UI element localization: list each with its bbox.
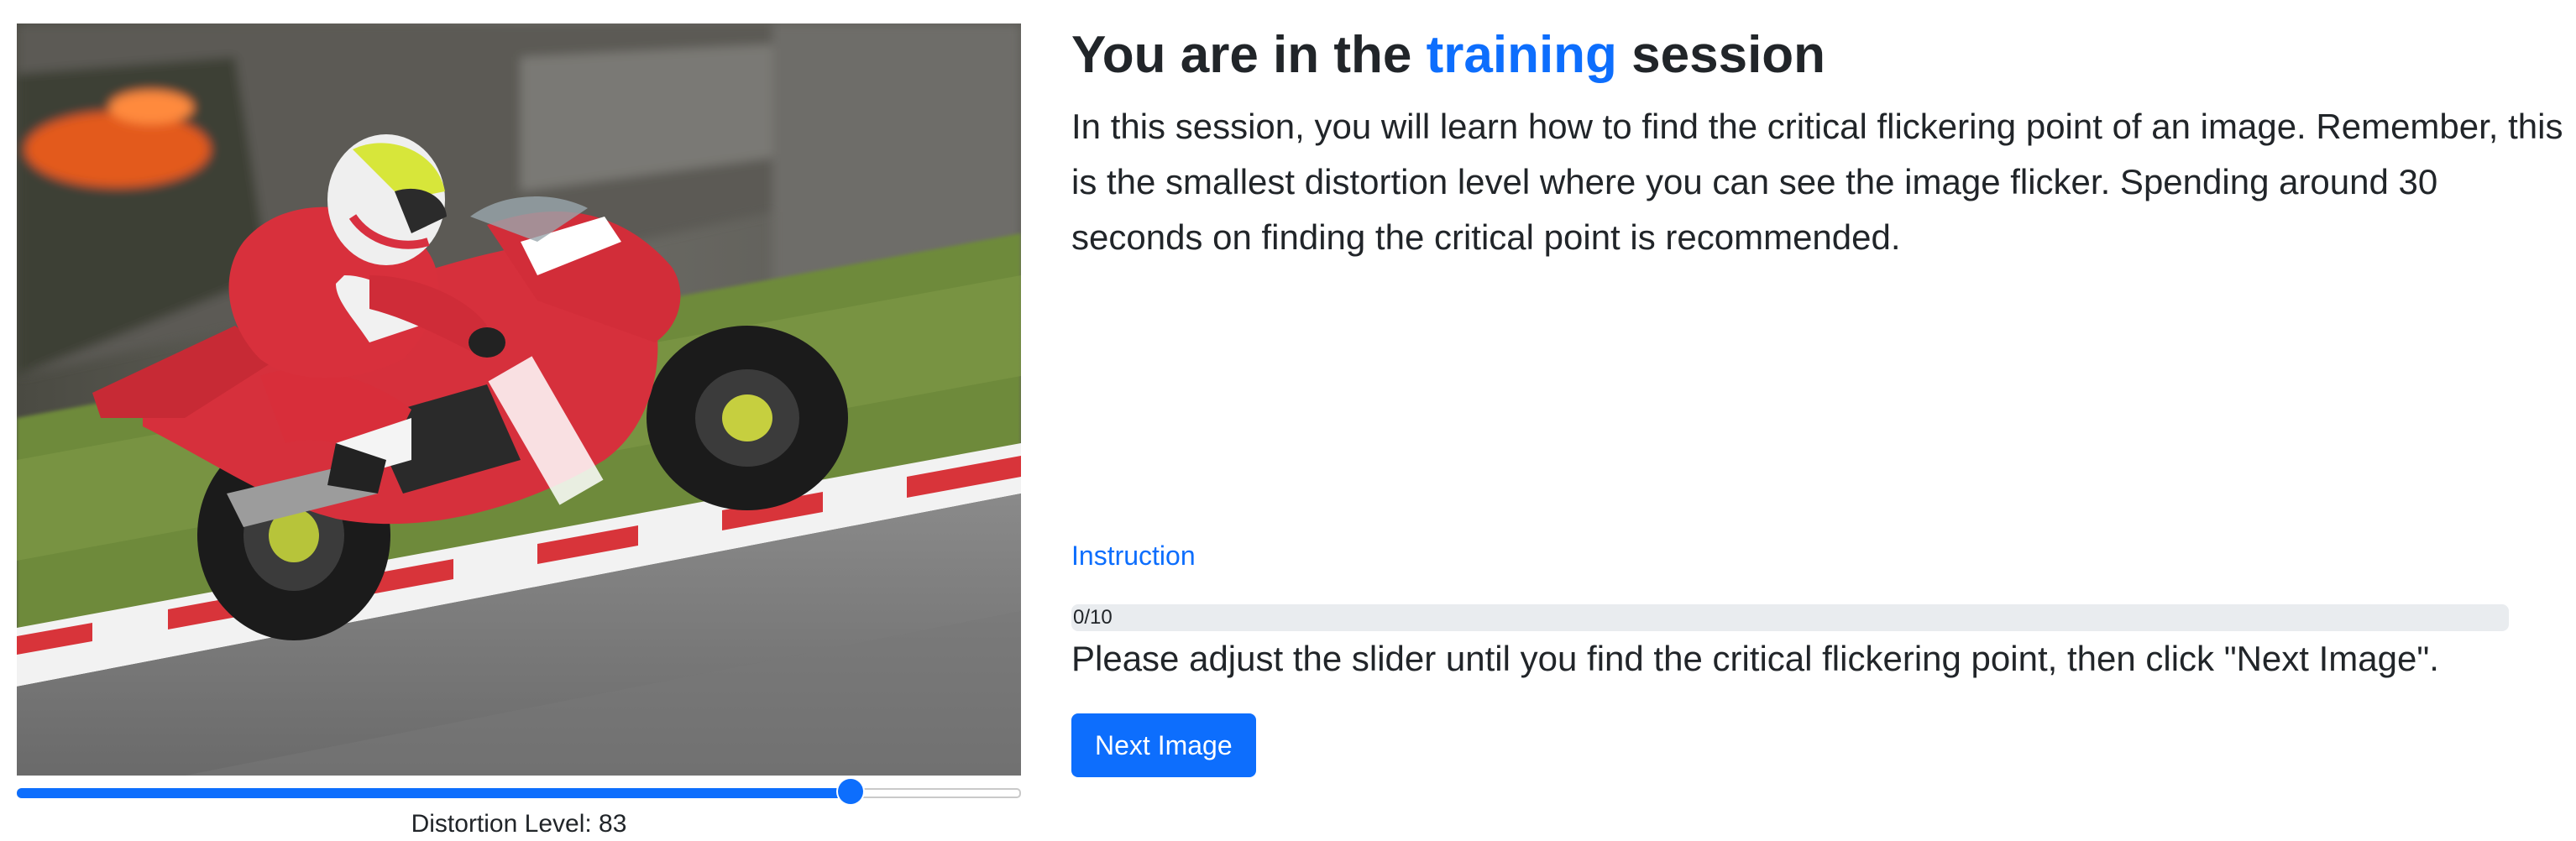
- slider-thumb[interactable]: [837, 779, 863, 804]
- progress-bar: 0/10: [1071, 604, 2509, 631]
- page-title: You are in the training session: [1071, 20, 2566, 91]
- next-image-button[interactable]: Next Image: [1071, 713, 1256, 777]
- instructions-panel: You are in the training session: [1071, 20, 2566, 91]
- title-suffix: session: [1616, 26, 1826, 84]
- instruction-link[interactable]: Instruction: [1071, 537, 1196, 574]
- slider-fill: [17, 788, 851, 798]
- progress-label: 0/10: [1073, 606, 1113, 629]
- title-prefix: You are in the: [1071, 26, 1427, 84]
- motorcycle-racer-photo: [17, 24, 1021, 776]
- stimulus-image: [17, 24, 1021, 776]
- title-highlight: training: [1426, 26, 1617, 84]
- intro-paragraph: In this session, you will learn how to f…: [1071, 107, 2563, 257]
- distortion-level-label: Distortion Level: 83: [411, 810, 627, 838]
- distortion-slider[interactable]: [17, 779, 1021, 804]
- adjust-instruction-text: Please adjust the slider until you find …: [1071, 639, 2439, 678]
